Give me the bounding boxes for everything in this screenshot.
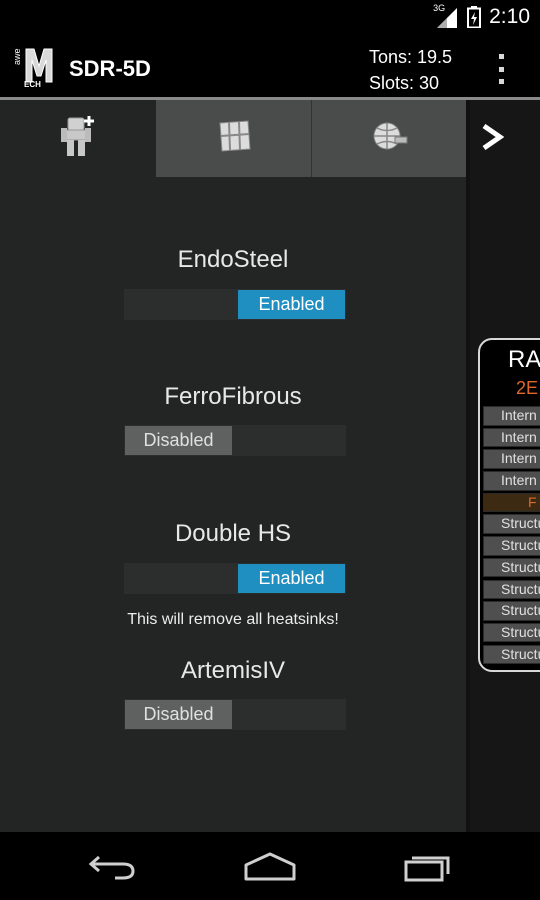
slot-row[interactable]: Structu [483, 622, 540, 643]
option-label: EndoSteel [177, 246, 289, 273]
back-icon[interactable] [82, 846, 142, 886]
slot-row[interactable]: Structu [483, 644, 540, 665]
location-card[interactable]: RA 2E Intern Intern Intern Intern F Stru… [478, 338, 540, 672]
double-hs-toggle[interactable]: Enabled [124, 563, 346, 594]
tons-text: Tons: 19.5 [369, 47, 453, 67]
ferrofibrous-toggle[interactable]: Disabled [124, 425, 346, 456]
options-panel: EndoSteel Enabled FerroFibrous Disabled … [0, 100, 466, 832]
tab-equipment[interactable] [312, 100, 466, 177]
toggle-state: Disabled [125, 426, 232, 455]
app-logo-icon[interactable]: awe ECH [12, 46, 60, 89]
tab-bar [0, 100, 466, 177]
toggle-state: Enabled [238, 564, 345, 593]
toggle-state: Enabled [238, 290, 345, 319]
option-label: FerroFibrous [164, 383, 302, 410]
action-bar: awe ECH SDR-5D Tons: 19.5 Slots: 30 [0, 34, 540, 100]
svg-text:awe: awe [14, 48, 22, 65]
tab-armor[interactable] [156, 100, 312, 177]
svg-text:ECH: ECH [24, 80, 41, 88]
toggle-state: Disabled [125, 700, 232, 729]
slot-row[interactable]: Structu [483, 601, 540, 621]
slot-row[interactable]: Intern [483, 406, 540, 426]
option-label: Double HS [174, 520, 292, 547]
location-name: RA [508, 346, 540, 373]
slot-row[interactable]: Structu [483, 536, 540, 556]
mech-title: SDR-5D [69, 56, 151, 81]
status-time: 2:10 [489, 5, 530, 28]
status-bar: 3G 2:10 [0, 0, 540, 34]
chevron-right-icon[interactable] [478, 112, 506, 162]
status-icons: 3G 2:10 [433, 3, 530, 30]
mech-add-icon [59, 114, 97, 163]
overflow-menu-icon[interactable] [494, 54, 508, 84]
option-label: ArtemisIV [180, 657, 285, 684]
armor-plate-icon [216, 119, 252, 158]
tab-mech-options[interactable] [0, 100, 156, 177]
slot-row[interactable]: Intern [483, 449, 540, 469]
location-subtitle: 2E [516, 378, 539, 398]
slot-row[interactable]: Structu [483, 557, 540, 578]
weapons-globe-icon [369, 119, 409, 158]
network-type-label: 3G [433, 3, 446, 13]
slot-row[interactable]: Structu [483, 579, 540, 599]
mech-stats: Tons: 19.5 Slots: 30 [369, 44, 452, 96]
location-slot-list: Intern Intern Intern Intern F Structu St… [483, 406, 540, 666]
artemisiv-toggle[interactable]: Disabled [124, 699, 346, 730]
endosteel-toggle[interactable]: Enabled [124, 289, 346, 320]
signal-icon: 3G [433, 3, 459, 28]
slot-row[interactable]: Intern [483, 427, 540, 448]
slot-row[interactable]: Structu [483, 514, 540, 534]
slots-text: Slots: 30 [369, 73, 440, 93]
heatsink-warning-text: This will remove all heatsinks! [127, 611, 339, 628]
navigation-bar [0, 832, 540, 900]
main-content: RA 2E Intern Intern Intern Intern F Stru… [0, 100, 540, 832]
battery-icon [467, 6, 482, 29]
recents-icon[interactable] [398, 846, 458, 886]
home-icon[interactable] [240, 846, 300, 886]
slot-row[interactable]: F [483, 492, 540, 513]
slot-row[interactable]: Intern [483, 471, 540, 491]
